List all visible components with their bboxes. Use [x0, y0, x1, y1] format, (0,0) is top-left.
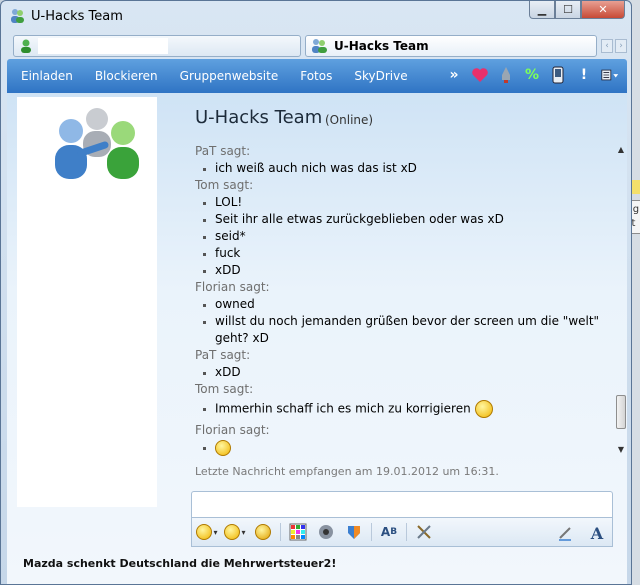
message-input[interactable] — [191, 491, 613, 517]
phone-icon[interactable] — [549, 65, 567, 85]
message: Immerhin schaff ich es mich zu korrigier… — [191, 400, 611, 418]
message-text: Immerhin schaff ich es mich zu korrigier… — [215, 401, 471, 416]
message — [191, 439, 611, 456]
tab-scroll-arrows: ‹ › — [601, 39, 627, 53]
close-button[interactable]: ✕ — [581, 1, 625, 19]
divider — [406, 523, 407, 541]
tab-scroll-right-button[interactable]: › — [615, 39, 627, 53]
title-bar: U-Hacks Team ▁ ☐ ✕ — [1, 1, 631, 31]
block-link[interactable]: Blockieren — [87, 69, 166, 83]
photos-link[interactable]: Fotos — [292, 69, 340, 83]
handwriting-icon[interactable] — [554, 523, 576, 543]
window-controls: ▁ ☐ ✕ — [529, 1, 625, 19]
block-sword-icon[interactable] — [413, 522, 435, 542]
sender-label: Florian sagt: — [195, 423, 270, 437]
messenger-icon — [11, 9, 24, 23]
background-icon[interactable] — [287, 522, 309, 542]
message: ich weiß auch nich was das ist xD — [191, 160, 611, 177]
divider — [371, 523, 372, 541]
nudge-icon[interactable] — [252, 522, 274, 542]
divider — [280, 523, 281, 541]
tab-contact[interactable] — [13, 35, 301, 57]
group-avatar-icon — [55, 108, 139, 179]
message: xDD — [191, 262, 611, 279]
group-avatar-panel — [17, 97, 157, 507]
sender-label: PaT sagt: — [195, 348, 251, 362]
lol-emoticon-icon — [215, 439, 231, 456]
chat-area: U-Hacks Team (Online) PaT sagt: ich weiß… — [7, 93, 627, 584]
chat-window: U-Hacks Team ▁ ☐ ✕ U-Hacks Team ‹ › Einl… — [0, 0, 632, 585]
invite-link[interactable]: Einladen — [13, 69, 81, 83]
games-icon[interactable] — [343, 522, 365, 542]
heart-icon[interactable] — [471, 65, 489, 85]
more-icon[interactable]: » — [445, 65, 463, 85]
message: owned — [191, 296, 611, 313]
conversation-title: U-Hacks Team — [195, 107, 323, 128]
ad-text[interactable]: Mazda schenkt Deutschland die Mehrwertst… — [23, 557, 336, 570]
contact-name-redacted — [38, 38, 168, 54]
menu-icon[interactable] — [601, 65, 619, 85]
sender-label: Florian sagt: — [195, 280, 270, 294]
sender-label: Tom sagt: — [195, 178, 254, 192]
message: willst du noch jemanden grüßen bevor der… — [191, 313, 611, 347]
last-message-notice: Letzte Nachricht empfangen am 19.01.2012… — [195, 465, 499, 478]
rocket-icon[interactable] — [497, 65, 515, 85]
sound-icon[interactable] — [315, 522, 337, 542]
history-scrollbar[interactable]: ▲ ▼ — [615, 143, 627, 457]
maximize-button[interactable]: ☐ — [555, 1, 581, 19]
sender-label: PaT sagt: — [195, 144, 251, 158]
conversation-status: (Online) — [325, 113, 374, 127]
scroll-down-icon[interactable]: ▼ — [615, 443, 627, 455]
wink-icon[interactable] — [224, 522, 246, 542]
skydrive-link[interactable]: SkyDrive — [346, 69, 415, 83]
group-icon — [312, 39, 327, 53]
action-toolbar: Einladen Blockieren Gruppenwebsite Fotos… — [7, 59, 627, 93]
desktop-item — [632, 180, 640, 194]
minimize-button[interactable]: ▁ — [529, 1, 555, 19]
font-icon[interactable]: AB — [378, 522, 400, 542]
wink-emoticon-icon — [474, 400, 493, 418]
group-website-link[interactable]: Gruppenwebsite — [172, 69, 287, 83]
message: LOL! — [191, 194, 611, 211]
emoticon-icon[interactable] — [196, 522, 218, 542]
scroll-up-icon[interactable]: ▲ — [615, 143, 627, 155]
tab-scroll-left-button[interactable]: ‹ — [601, 39, 613, 53]
input-mode-icons: A — [554, 523, 608, 543]
sender-label: Tom sagt: — [195, 382, 254, 396]
scrollbar-thumb[interactable] — [616, 395, 626, 429]
text-mode-icon[interactable]: A — [586, 523, 608, 543]
window-title: U-Hacks Team — [31, 8, 123, 24]
percent-icon[interactable]: % — [523, 65, 541, 85]
message: Seit ihr alle etwas zurückgeblieben oder… — [191, 211, 611, 228]
tab-u-hacks-team[interactable]: U-Hacks Team — [305, 35, 597, 57]
message-history: PaT sagt: ich weiß auch nich was das ist… — [191, 143, 611, 485]
toolbar-icons: » % ! — [445, 65, 619, 85]
message: fuck — [191, 245, 611, 262]
tab-label: U-Hacks Team — [334, 39, 429, 53]
conversation-tabs: U-Hacks Team ‹ › — [1, 31, 631, 59]
contact-icon — [21, 39, 31, 53]
message: xDD — [191, 364, 611, 381]
alert-icon[interactable]: ! — [575, 65, 593, 85]
message: seid* — [191, 228, 611, 245]
formatting-toolbar: AB A — [191, 517, 613, 547]
